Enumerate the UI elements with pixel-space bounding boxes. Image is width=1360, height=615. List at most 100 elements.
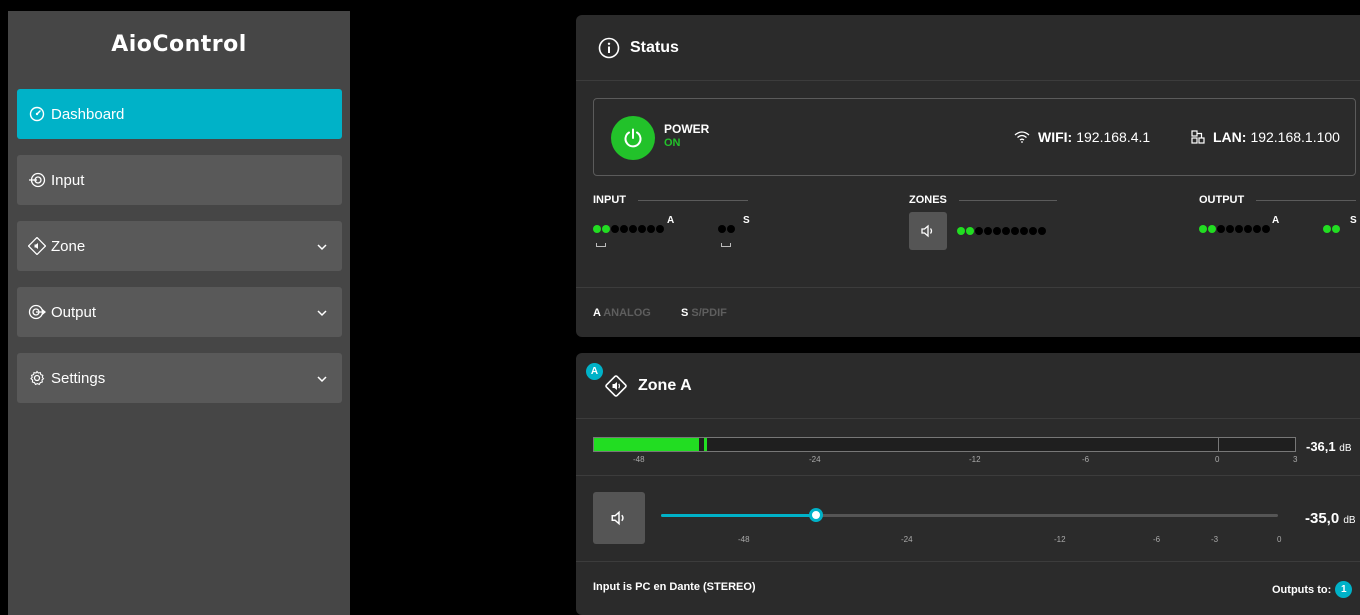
sidebar-item-label: Zone bbox=[51, 237, 86, 255]
divider bbox=[1256, 199, 1357, 201]
sidebar-item-settings[interactable]: Settings bbox=[17, 353, 342, 403]
zone-badge: A bbox=[586, 363, 603, 380]
meter-scale-label: -12 bbox=[969, 455, 981, 464]
meter-scale-label: -48 bbox=[633, 455, 645, 464]
divider bbox=[638, 199, 748, 201]
power-icon bbox=[624, 128, 642, 148]
sidebar-item-label: Settings bbox=[51, 369, 106, 387]
sidebar-item-dashboard[interactable]: Dashboard bbox=[17, 89, 342, 139]
zones-meter bbox=[957, 227, 1047, 235]
power-label: POWER bbox=[664, 122, 710, 136]
sidebar-item-output[interactable]: Output bbox=[17, 287, 342, 337]
input-s-meter bbox=[718, 225, 736, 233]
status-title: Status bbox=[630, 38, 679, 56]
divider bbox=[576, 287, 1360, 288]
sidebar-item-label: Output bbox=[51, 303, 97, 321]
outputs-count-badge[interactable]: 1 bbox=[1335, 581, 1353, 598]
sidebar-item-input[interactable]: Input bbox=[17, 155, 342, 205]
input-group-label: INPUT bbox=[593, 194, 626, 206]
output-s-label: S bbox=[1350, 215, 1357, 226]
volume-slider[interactable] bbox=[661, 508, 1278, 522]
level-meter-peak bbox=[704, 438, 707, 451]
level-readout: -36,1 dB bbox=[1306, 439, 1352, 454]
speaker-icon bbox=[611, 510, 624, 526]
sidebar-item-zone[interactable]: Zone bbox=[17, 221, 342, 271]
volume-slider-handle[interactable] bbox=[809, 508, 823, 522]
chevron-down-icon bbox=[316, 370, 328, 387]
wifi-info: WIFI: 192.168.4.1 bbox=[1014, 129, 1150, 145]
volume-scale-label: 0 bbox=[1277, 535, 1282, 544]
volume-scale-label: -24 bbox=[901, 535, 913, 544]
power-panel: POWER ON WIFI: 192.168.4.1 LAN: 192.168.… bbox=[593, 98, 1356, 176]
level-unit: dB bbox=[1339, 443, 1352, 454]
output-group-title: OUTPUT bbox=[1199, 194, 1357, 206]
input-s-label: S bbox=[743, 215, 750, 226]
power-label-block: POWER ON bbox=[664, 122, 709, 150]
stereo-link-icon bbox=[596, 243, 606, 247]
lan-value: 192.168.1.100 bbox=[1250, 129, 1340, 145]
legend-a-text: ANALOG bbox=[603, 307, 651, 319]
chevron-down-icon bbox=[316, 304, 328, 321]
volume-unit: dB bbox=[1343, 515, 1356, 526]
input-icon bbox=[26, 169, 48, 191]
output-icon bbox=[26, 301, 48, 323]
gear-icon bbox=[26, 367, 48, 389]
divider bbox=[576, 475, 1360, 476]
zone-speaker-icon bbox=[604, 374, 628, 398]
meter-scale-label: -6 bbox=[1082, 455, 1090, 464]
sidebar-item-label: Dashboard bbox=[51, 105, 125, 123]
volume-scale-label: -48 bbox=[738, 535, 750, 544]
output-s-meter bbox=[1323, 225, 1341, 233]
wifi-label: WIFI: bbox=[1038, 129, 1073, 145]
legend-a-key: A bbox=[593, 307, 601, 319]
zone-outputs-info: Outputs to: 1 bbox=[1272, 581, 1353, 598]
sidebar: AioControl Dashboard Input Zone Output S… bbox=[8, 11, 350, 615]
power-state: ON bbox=[664, 137, 681, 149]
wifi-icon bbox=[1014, 131, 1030, 143]
gauge-icon bbox=[26, 103, 48, 125]
zone-input-info: Input is PC en Dante (STEREO) bbox=[593, 581, 756, 593]
signal-legend: A ANALOG S S/PDIF bbox=[593, 307, 727, 319]
input-a-label: A bbox=[667, 215, 675, 226]
zone-title: Zone A bbox=[638, 376, 692, 394]
meter-scale-label: 0 bbox=[1215, 455, 1220, 464]
lan-label: LAN: bbox=[1213, 129, 1247, 145]
meter-zero-tick bbox=[1218, 438, 1219, 451]
lan-icon bbox=[1191, 130, 1205, 144]
sidebar-item-label: Input bbox=[51, 171, 85, 189]
zone-header: Zone A bbox=[576, 353, 1360, 419]
output-a-label: A bbox=[1272, 215, 1280, 226]
volume-scale-label: -12 bbox=[1054, 535, 1066, 544]
legend-s-text: S/PDIF bbox=[691, 307, 727, 319]
volume-scale-label: -3 bbox=[1211, 535, 1219, 544]
power-button[interactable] bbox=[611, 116, 655, 160]
level-meter-fill bbox=[594, 438, 699, 451]
speaker-icon bbox=[921, 224, 933, 238]
zone-a-card: A Zone A -48 -24 -12 -6 0 3 -36,1 dB -48… bbox=[576, 353, 1360, 615]
zones-group-label: ZONES bbox=[909, 194, 947, 206]
input-a-meter bbox=[593, 225, 665, 233]
info-icon bbox=[598, 37, 620, 59]
output-group-label: OUTPUT bbox=[1199, 194, 1245, 206]
stereo-link-icon bbox=[721, 243, 731, 247]
wifi-value: 192.168.4.1 bbox=[1076, 129, 1151, 145]
volume-scale-label: -6 bbox=[1153, 535, 1161, 544]
meter-scale-label: 3 bbox=[1293, 455, 1298, 464]
meter-scale-label: -24 bbox=[809, 455, 821, 464]
outputs-label: Outputs to: bbox=[1272, 583, 1332, 596]
input-group-title: INPUT bbox=[593, 194, 748, 206]
zone-speaker-icon bbox=[26, 235, 48, 257]
chevron-down-icon bbox=[316, 238, 328, 255]
output-a-meter bbox=[1199, 225, 1271, 233]
volume-value: -35,0 bbox=[1305, 510, 1340, 527]
legend-s-key: S bbox=[681, 307, 689, 319]
divider bbox=[576, 561, 1360, 562]
divider bbox=[958, 199, 1057, 201]
zone-mute-button[interactable] bbox=[593, 492, 645, 544]
zone-mute-button[interactable] bbox=[909, 212, 947, 250]
volume-slider-fill bbox=[661, 514, 816, 517]
zones-group-title: ZONES bbox=[909, 194, 1057, 206]
volume-readout: -35,0 dB bbox=[1305, 510, 1356, 527]
status-card: Status POWER ON WIFI: 192.168.4.1 LAN: 1… bbox=[576, 15, 1360, 337]
app-logo: AioControl bbox=[111, 32, 247, 57]
